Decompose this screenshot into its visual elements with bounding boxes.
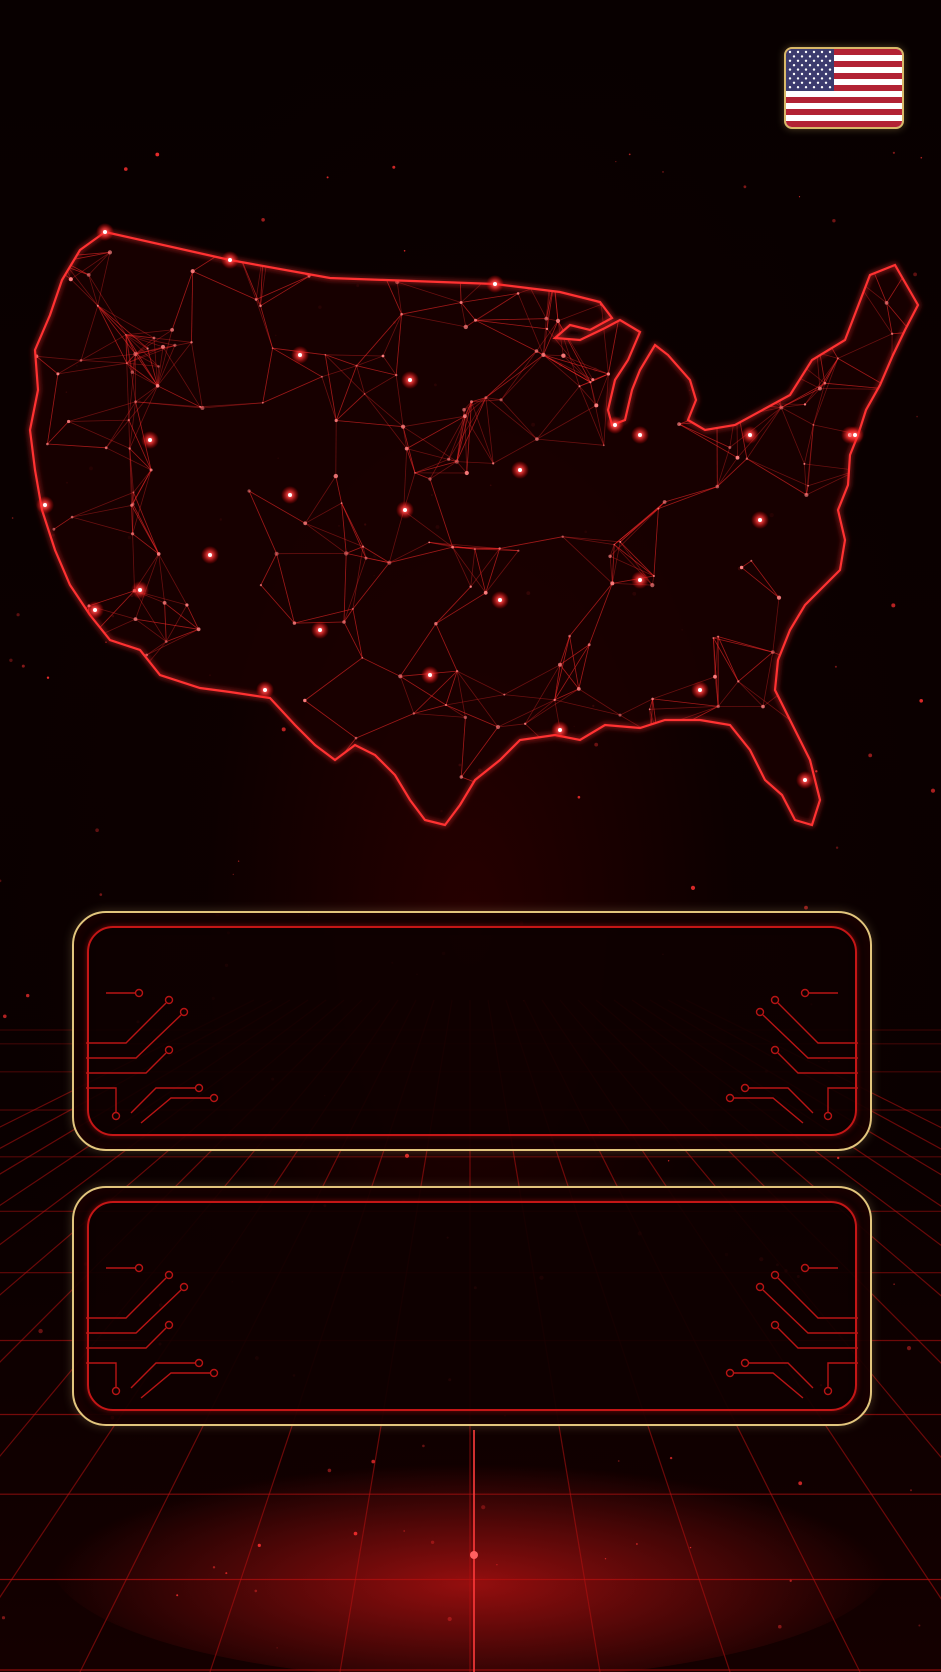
circuit-trace-icon (86, 988, 219, 1124)
circuit-trace-icon (725, 1263, 858, 1399)
circuit-trace-icon (725, 988, 858, 1124)
info-panel-2 (72, 1186, 872, 1426)
app-screen (0, 0, 941, 1672)
us-map-network-icon (28, 223, 920, 827)
us-flag-icon (784, 47, 904, 129)
info-panel-1 (72, 911, 872, 1151)
circuit-trace-icon (86, 1263, 219, 1399)
